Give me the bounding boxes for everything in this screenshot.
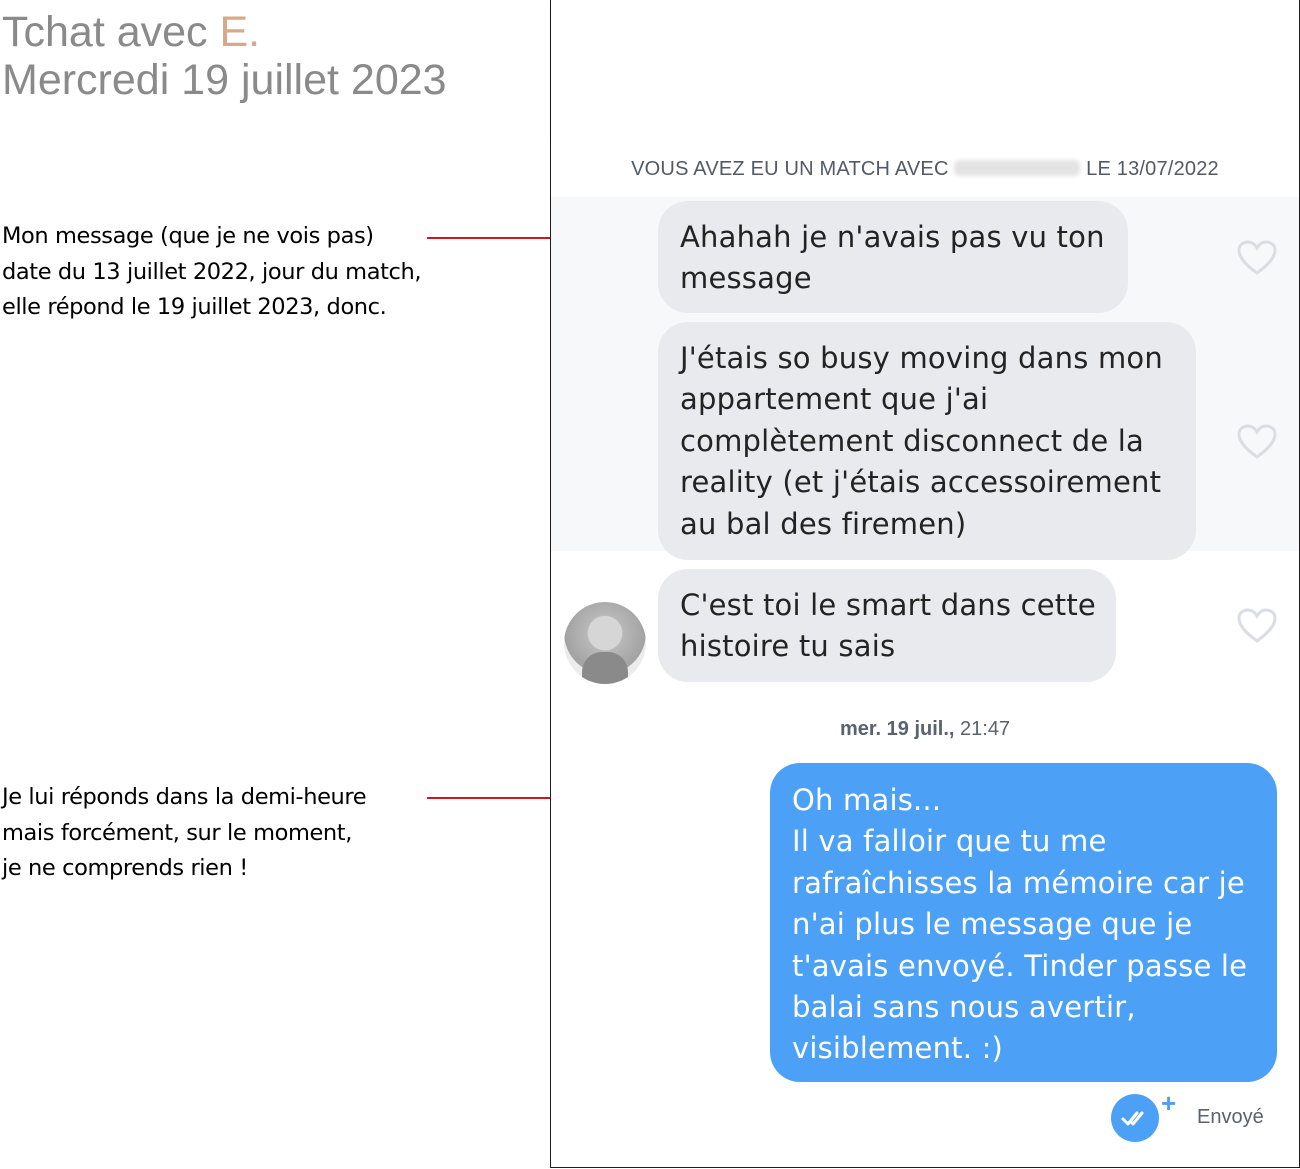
avatar[interactable] <box>564 602 646 684</box>
message-line: reality (et j'étais accessoirement <box>680 465 1162 500</box>
message-line: C'est toi le smart dans cette <box>680 588 1096 622</box>
annotation-line: mais forcément, sur le moment, <box>2 819 352 846</box>
annotation-line: je ne comprends rien ! <box>2 855 248 881</box>
annotation-line: Mon message (que je ne vois pas) <box>2 223 374 249</box>
annotation-line: elle répond le 19 juillet 2023, donc. <box>2 294 387 320</box>
annotation-line: Je lui réponds dans la demi-heure <box>2 784 367 810</box>
sent-message[interactable]: Oh mais... Il va falloir que tu me rafra… <box>770 763 1277 1082</box>
message-line: rafraîchisses la mémoire car je <box>792 865 1245 900</box>
message-line: Ahahah je n'avais pas vu ton <box>680 220 1105 254</box>
timestamp-time: 21:47 <box>954 718 1011 740</box>
message-line: Oh mais... <box>792 783 942 817</box>
message-thread[interactable]: VOUS AVEZ EU UN MATCH AVEC name LE 13/07… <box>551 0 1299 1142</box>
message-line: n'ai plus le message que je <box>792 907 1193 942</box>
sent-status-label: Envoyé <box>1197 1106 1264 1128</box>
title-date: Mercredi 19 juillet 2023 <box>2 56 447 104</box>
message-line: complètement disconnect de la <box>680 423 1145 458</box>
received-message[interactable]: Ahahah je n'avais pas vu ton message <box>658 201 1128 313</box>
message-line: J'étais so busy moving dans mon <box>680 341 1163 375</box>
annotation-line: date du 13 juillet 2022, jour du match, <box>2 258 422 285</box>
plus-icon[interactable]: + <box>1161 1088 1176 1119</box>
annotation-second: Je lui réponds dans la demi-heure mais f… <box>2 780 367 887</box>
page-title: Tchat avec E. Mercredi 19 juillet 2023 <box>2 8 447 104</box>
heart-icon[interactable] <box>1237 424 1277 460</box>
message-line: visiblement. :) <box>792 1031 1004 1066</box>
heart-icon[interactable] <box>1237 608 1277 644</box>
match-banner: VOUS AVEZ EU UN MATCH AVEC name LE 13/07… <box>551 158 1299 181</box>
received-message[interactable]: J'étais so busy moving dans mon appartem… <box>658 322 1196 560</box>
message-line: balai sans nous avertir, <box>792 990 1136 1025</box>
message-line: Il va falloir que tu me <box>792 824 1107 859</box>
match-name-redacted: name <box>954 160 1081 176</box>
match-banner-prefix: VOUS AVEZ EU UN MATCH AVEC <box>631 158 949 180</box>
title-prefix: Tchat avec <box>2 8 220 56</box>
message-timestamp: mer. 19 juil., 21:47 <box>551 718 1299 741</box>
double-check-icon[interactable] <box>1111 1094 1159 1142</box>
message-line: message <box>680 261 812 296</box>
message-line: t'avais envoyé. Tinder passe le <box>792 948 1248 983</box>
message-line: histoire tu sais <box>680 629 896 664</box>
timestamp-day: mer. 19 juil., <box>839 718 955 740</box>
message-line: au bal des firemen) <box>680 506 967 541</box>
match-banner-suffix: LE 13/07/2022 <box>1086 158 1219 180</box>
heart-icon[interactable] <box>1237 240 1277 276</box>
title-line: Tchat avec E. <box>2 8 447 56</box>
annotation-first: Mon message (que je ne vois pas) date du… <box>2 219 422 326</box>
chat-screenshot: name VOUS AVEZ EU UN MATCH AVEC name LE … <box>550 0 1300 1168</box>
title-initial: E. <box>219 8 261 56</box>
message-line: appartement que j'ai <box>680 382 989 417</box>
received-message[interactable]: C'est toi le smart dans cette histoire t… <box>658 569 1116 682</box>
